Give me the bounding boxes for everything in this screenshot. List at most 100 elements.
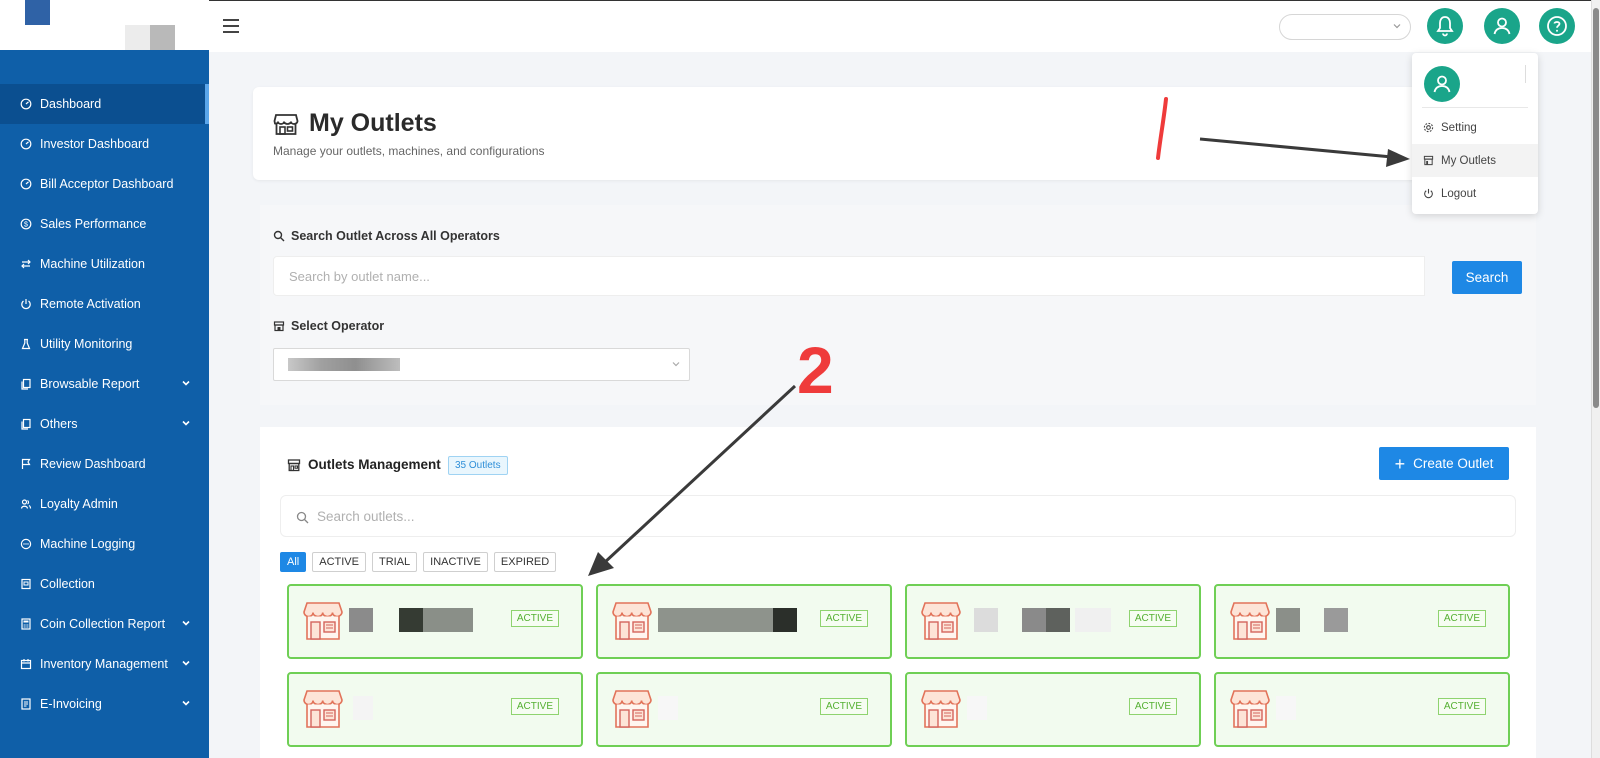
chevron-down-icon[interactable]	[181, 658, 191, 668]
outlet-search	[280, 495, 1516, 537]
user-icon[interactable]	[1484, 8, 1520, 44]
sidebar-item-sales-performance[interactable]: $ Sales Performance	[0, 204, 209, 244]
sidebar-item-bill-acceptor-dashboard[interactable]: Bill Acceptor Dashboard	[0, 164, 209, 204]
outlet-card[interactable]: ACTIVE	[596, 672, 892, 747]
invoice-icon	[20, 698, 32, 710]
status-badge: ACTIVE	[510, 610, 559, 627]
chevron-down-icon	[1393, 24, 1401, 29]
sidebar-item-label: Browsable Report	[40, 377, 140, 391]
menu-item-my-outlets[interactable]: My Outlets	[1412, 144, 1538, 177]
status-filters: All ACTIVE TRIAL INACTIVE EXPIRED	[280, 552, 557, 572]
filter-inactive[interactable]: INACTIVE	[423, 552, 488, 572]
outlet-search-input[interactable]	[317, 497, 1497, 535]
store-icon	[287, 458, 301, 471]
search-section: Search Outlet Across All Operators Searc…	[260, 205, 1536, 405]
outlets-management-title-text: Outlets Management	[308, 457, 441, 472]
outlet-card[interactable]: ACTIVE	[1214, 584, 1510, 659]
sidebar-item-label: Machine Utilization	[40, 257, 145, 271]
sidebar-item-inventory-management[interactable]: Inventory Management	[0, 644, 209, 684]
page-title: My Outlets	[309, 109, 437, 137]
calculator-icon	[20, 618, 32, 630]
outlet-card[interactable]: ACTIVE	[287, 584, 583, 659]
sidebar-item-remote-activation[interactable]: Remote Activation	[0, 284, 209, 324]
flag-icon	[20, 458, 32, 470]
search-button[interactable]: Search	[1452, 261, 1522, 294]
filter-active[interactable]: ACTIVE	[312, 552, 366, 572]
store-icon	[273, 321, 285, 332]
outlet-name-redacted	[658, 608, 783, 632]
sidebar-item-label: Dashboard	[40, 97, 102, 111]
scrollbar[interactable]	[1591, 0, 1600, 758]
outlet-card[interactable]: ACTIVE	[287, 672, 583, 747]
sidebar-item-label: Remote Activation	[40, 297, 141, 311]
copy-icon	[20, 418, 32, 430]
menu-item-setting[interactable]: Setting	[1412, 111, 1538, 144]
operator-label-text: Select Operator	[291, 319, 385, 333]
avatar	[1424, 66, 1460, 102]
operator-label: Select Operator	[273, 319, 384, 333]
gauge-icon	[20, 178, 32, 190]
status-badge: ACTIVE	[1437, 610, 1486, 627]
create-outlet-button[interactable]: + Create Outlet	[1379, 447, 1509, 480]
outlet-name-redacted	[1276, 696, 1296, 720]
power-icon	[20, 298, 32, 310]
sidebar-item-review-dashboard[interactable]: Review Dashboard	[0, 444, 209, 484]
sidebar-item-loyalty-admin[interactable]: Loyalty Admin	[0, 484, 209, 524]
chevron-down-icon[interactable]	[181, 698, 191, 708]
menu-divider	[1422, 107, 1528, 108]
menu-item-label: Setting	[1441, 121, 1477, 134]
outlet-card[interactable]: ACTIVE	[596, 584, 892, 659]
sidebar-item-e-invoicing[interactable]: E-Invoicing	[0, 684, 209, 724]
status-badge: ACTIVE	[1437, 698, 1486, 715]
outlets-management: Outlets Management 35 Outlets + Create O…	[260, 427, 1536, 758]
outlet-name-redacted	[353, 696, 373, 720]
swap-icon	[20, 258, 32, 270]
status-badge: ACTIVE	[1128, 698, 1177, 715]
hamburger-icon[interactable]	[223, 19, 239, 33]
sidebar-item-others[interactable]: Others	[0, 404, 209, 444]
sidebar-item-label: Bill Acceptor Dashboard	[40, 177, 174, 191]
outlet-name-redacted	[1324, 608, 1348, 632]
outlet-card[interactable]: ACTIVE	[905, 584, 1201, 659]
sidebar-item-collection[interactable]: Collection	[0, 564, 209, 604]
sidebar-item-machine-logging[interactable]: Machine Logging	[0, 524, 209, 564]
outlet-count-badge: 35 Outlets	[448, 456, 508, 475]
top-select[interactable]	[1279, 14, 1411, 40]
plus-icon: +	[1394, 453, 1406, 474]
outlet-name-redacted	[658, 696, 678, 720]
outlet-card[interactable]: ACTIVE	[905, 672, 1201, 747]
sidebar-item-machine-utilization[interactable]: Machine Utilization	[0, 244, 209, 284]
filter-trial[interactable]: TRIAL	[371, 552, 418, 572]
calendar-icon	[20, 658, 32, 670]
operator-select[interactable]	[273, 348, 690, 381]
menu-item-label: My Outlets	[1441, 154, 1496, 167]
outlet-card[interactable]: ACTIVE	[1214, 672, 1510, 747]
filter-all[interactable]: All	[280, 552, 307, 572]
sidebar-item-label: Utility Monitoring	[40, 337, 133, 351]
sidebar-item-utility-monitoring[interactable]: Utility Monitoring	[0, 324, 209, 364]
help-icon[interactable]	[1539, 8, 1575, 44]
scroll-thumb[interactable]	[1593, 8, 1599, 408]
operator-select-value	[288, 358, 400, 371]
sidebar-item-coin-collection-report[interactable]: Coin Collection Report	[0, 604, 209, 644]
sidebar-item-investor-dashboard[interactable]: Investor Dashboard	[0, 124, 209, 164]
outlet-name-redacted	[399, 608, 423, 632]
filter-expired[interactable]: EXPIRED	[493, 552, 557, 572]
chevron-down-icon[interactable]	[181, 618, 191, 628]
store-icon	[1423, 155, 1434, 166]
chevron-down-icon[interactable]	[181, 378, 191, 388]
menu-item-logout[interactable]: Logout	[1412, 177, 1538, 210]
chevron-down-icon	[672, 362, 680, 367]
logo[interactable]	[0, 0, 209, 50]
status-badge: ACTIVE	[510, 698, 559, 715]
copy-icon	[20, 378, 32, 390]
flask-icon	[20, 338, 32, 350]
chevron-down-icon[interactable]	[181, 418, 191, 428]
dollar-icon: $	[20, 218, 32, 230]
sidebar-item-browsable-report[interactable]: Browsable Report	[0, 364, 209, 404]
bell-icon[interactable]	[1427, 8, 1463, 44]
message-icon	[20, 538, 32, 550]
outlet-name-redacted	[773, 608, 797, 632]
outlet-global-search-input[interactable]	[273, 256, 1425, 296]
sidebar-item-dashboard[interactable]: Dashboard	[0, 84, 209, 124]
